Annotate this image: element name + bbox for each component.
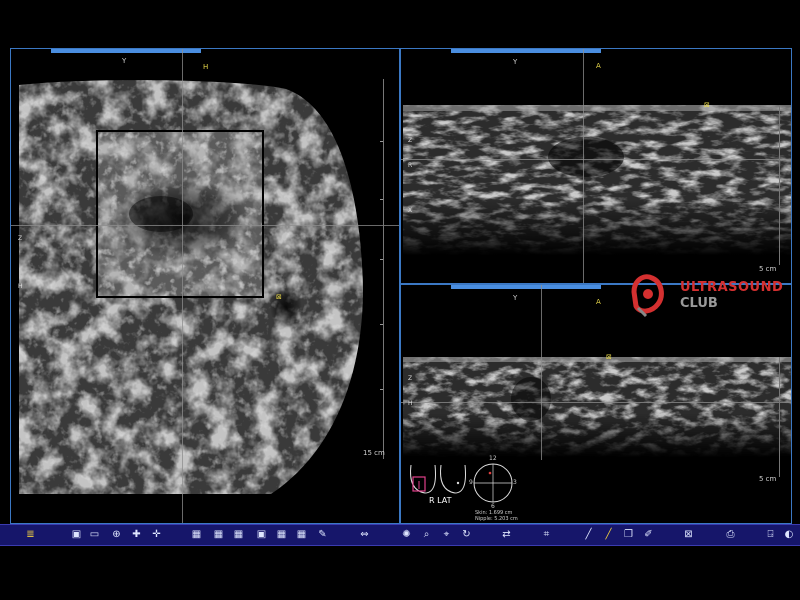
clock-9-label: 9 (469, 479, 473, 486)
bottom-toolbar: ≣ ▣ ▭ ⊕ ✚ ✛ ▦ ▦ ▦ ▣ ▦ ▦ ✎ ⇔ ✺ ⌕ ⌖ ↻ ⇄ ⌗ … (0, 524, 800, 546)
left-position-bar (51, 49, 201, 53)
left-viewport[interactable]: Y H Z H ⊠ 15 cm (10, 48, 400, 524)
top-right-side-r-label: R (408, 162, 413, 169)
top-right-image (403, 105, 791, 255)
brightness-icon[interactable]: ✺ (400, 528, 413, 541)
left-axis-h-label: H (203, 63, 209, 71)
grid-2-icon[interactable]: ▦ (212, 528, 225, 541)
left-scale-label: 15 cm (363, 449, 385, 457)
top-right-viewport[interactable]: Y A Z R X ⊠ 5 cm (400, 48, 792, 284)
exit-icon[interactable]: ⍈ (764, 528, 777, 541)
top-right-position-bar (451, 49, 601, 53)
scroll-icon[interactable]: ⇔ (358, 528, 371, 541)
edit-icon[interactable]: ✎ (316, 528, 329, 541)
link-icon[interactable]: ⇄ (500, 528, 513, 541)
grid-1-icon[interactable]: ▦ (190, 528, 203, 541)
bottom-right-crosshair-vertical[interactable] (541, 285, 542, 460)
info-icon[interactable]: ◐ (784, 528, 794, 541)
top-right-side-x-label: X (408, 207, 413, 214)
print-icon[interactable]: ⎙ (724, 528, 737, 541)
top-right-marker: ⊠ (704, 101, 710, 109)
left-side-z-label: Z (18, 235, 23, 242)
annotate-icon[interactable]: ✐ (642, 528, 655, 541)
bottom-right-position-bar (451, 285, 601, 289)
grid-6-icon[interactable]: ▦ (295, 528, 308, 541)
view-layout-1-icon[interactable]: ▣ (70, 528, 83, 541)
left-axis-y-label: Y (122, 57, 127, 65)
top-right-axis-a-label: A (596, 62, 601, 70)
view-layout-2-icon[interactable]: ▭ (88, 528, 101, 541)
top-right-axis-y-label: Y (513, 58, 518, 66)
body-marker: 12 3 6 9 R LAT Skin: 1.699 cm Nipple: 5.… (407, 455, 537, 522)
crop-icon[interactable]: ⌗ (540, 528, 553, 541)
bottom-right-marker: ⊠ (606, 353, 612, 361)
rotate-icon[interactable]: ↻ (460, 528, 473, 541)
logo-mark-icon (631, 274, 664, 318)
bottom-right-scale-label: 5 cm (759, 475, 777, 483)
nipple-distance: Nipple: 5.203 cm (475, 516, 518, 522)
grid-3-icon[interactable]: ▦ (232, 528, 245, 541)
add-slice-icon[interactable]: ✚ (130, 528, 143, 541)
coronal-image (19, 80, 363, 495)
clock-3-label: 3 (513, 479, 517, 486)
cut-icon[interactable]: ⊠ (682, 528, 695, 541)
bottom-right-side-h-label: H (408, 400, 413, 407)
copy-icon[interactable]: ❐ (622, 528, 635, 541)
left-marker: ⊠ (276, 293, 282, 301)
left-crosshair-horizontal[interactable] (11, 225, 399, 226)
left-crosshair-vertical[interactable] (182, 49, 183, 523)
move-icon[interactable]: ⊕ (110, 528, 123, 541)
top-right-crosshair-vertical[interactable] (583, 49, 584, 283)
pen-icon[interactable]: ╱ (602, 528, 615, 541)
side-label: R LAT (429, 496, 452, 505)
bottom-right-axis-y-label: Y (513, 294, 518, 302)
bottom-right-crosshair-horizontal[interactable] (401, 402, 791, 403)
stack-icon[interactable]: ≣ (24, 528, 37, 541)
pan-icon[interactable]: ⌖ (440, 528, 453, 541)
clock-12-label: 12 (489, 455, 497, 462)
top-right-crosshair-horizontal[interactable] (401, 159, 791, 160)
logo-text-line1: ULTRASOUND (680, 280, 784, 295)
ultrasound-club-logo: ULTRASOUND CLUB (628, 272, 798, 318)
add-slice-2-icon[interactable]: ✛ (150, 528, 163, 541)
grid-4-icon[interactable]: ▣ (255, 528, 268, 541)
bottom-right-depth-scale (779, 357, 780, 477)
top-right-side-z-label: Z (408, 137, 413, 144)
bottom-right-axis-a-label: A (596, 298, 601, 306)
zoom-icon[interactable]: ⌕ (420, 528, 433, 541)
grid-5-icon[interactable]: ▦ (275, 528, 288, 541)
line-measure-icon[interactable]: ╱ (582, 528, 595, 541)
left-depth-scale (383, 79, 384, 459)
bottom-right-viewport[interactable]: Y A Z H ⊠ 5 cm 12 3 6 9 R LAT Skin: 1.69… (400, 284, 792, 524)
left-side-h-label: H (18, 283, 23, 290)
logo-text-line2: CLUB (680, 296, 718, 311)
top-right-depth-scale (779, 105, 780, 265)
bottom-right-side-z-label: Z (408, 375, 413, 382)
